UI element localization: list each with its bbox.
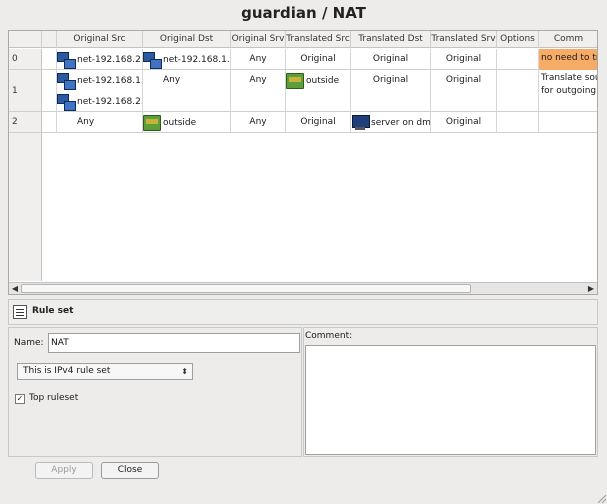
translated-dst-cell[interactable]: Original bbox=[351, 49, 431, 70]
original-srv-cell[interactable]: Any bbox=[231, 70, 286, 112]
col-translated-dst[interactable]: Translated Dst bbox=[351, 31, 431, 48]
comment-label: Comment: bbox=[305, 331, 353, 341]
options-cell[interactable] bbox=[497, 70, 539, 112]
nat-rules-table[interactable]: Original Src Original Dst Original Srv T… bbox=[8, 30, 598, 295]
object-label: net-192.168.2.0 bbox=[77, 96, 143, 107]
ruleset-type-select[interactable]: This is IPv4 rule set ⬍ bbox=[17, 363, 193, 380]
top-ruleset-checkbox[interactable]: ✓ bbox=[15, 394, 25, 404]
col-original-dst[interactable]: Original Dst bbox=[143, 31, 231, 48]
scroll-right-icon[interactable]: ▶ bbox=[586, 284, 596, 294]
ruleset-properties-pane: Name: NAT This is IPv4 rule set ⬍ ✓ Top … bbox=[8, 327, 302, 457]
translated-dst-cell[interactable]: server on dmz bbox=[351, 112, 431, 133]
ruleset-title: Rule set bbox=[32, 306, 74, 316]
object-label: net-192.168.2.0 bbox=[77, 54, 143, 65]
col-original-srv[interactable]: Original Srv bbox=[231, 31, 286, 48]
ruleset-name-input[interactable]: NAT bbox=[48, 333, 300, 353]
resize-grip-icon[interactable] bbox=[598, 495, 606, 503]
nat-rule-row-2[interactable]: Any outside Any Original server on dmz O… bbox=[42, 112, 597, 133]
original-srv-cell[interactable]: Any bbox=[231, 112, 286, 133]
network-interface-icon bbox=[143, 114, 161, 131]
comment-cell[interactable] bbox=[539, 112, 597, 133]
translated-srv-cell[interactable]: Original bbox=[431, 112, 497, 133]
original-src-cell[interactable]: net-192.168.1.0 net-192.168.2.0 bbox=[57, 70, 143, 112]
row-number-column: 0 1 2 bbox=[9, 49, 42, 281]
comment-textarea[interactable] bbox=[305, 345, 596, 455]
col-translated-src[interactable]: Translated Src bbox=[286, 31, 351, 48]
original-src-cell[interactable]: net-192.168.2.0 bbox=[57, 49, 143, 70]
select-column-header bbox=[42, 31, 57, 48]
nat-rule-row-0[interactable]: net-192.168.2.0 net-192.168.1.0 Any Orig… bbox=[42, 49, 597, 70]
original-dst-cell[interactable]: Any bbox=[143, 70, 231, 112]
object-label: net-192.168.1.0 bbox=[77, 75, 143, 86]
object-label: net-192.168.1.0 bbox=[163, 54, 231, 65]
object-label: outside bbox=[163, 117, 197, 128]
ruleset-type-value: This is IPv4 rule set bbox=[23, 366, 111, 376]
options-cell[interactable] bbox=[497, 49, 539, 70]
original-dst-cell[interactable]: net-192.168.1.0 bbox=[143, 49, 231, 70]
network-icon bbox=[143, 51, 162, 69]
original-srv-cell[interactable]: Any bbox=[231, 49, 286, 70]
original-dst-cell[interactable]: outside bbox=[143, 112, 231, 133]
network-icon bbox=[57, 51, 76, 69]
select-cell[interactable] bbox=[42, 112, 57, 133]
table-header: Original Src Original Dst Original Srv T… bbox=[9, 31, 597, 48]
apply-button[interactable]: Apply bbox=[35, 462, 93, 479]
host-icon bbox=[351, 114, 370, 131]
row-number-header bbox=[9, 31, 42, 48]
translated-dst-cell[interactable]: Original bbox=[351, 70, 431, 112]
network-icon bbox=[57, 93, 76, 111]
translated-srv-cell[interactable]: Original bbox=[431, 49, 497, 70]
comment-cell[interactable]: Translate sourc for outgoing co bbox=[539, 70, 597, 112]
scroll-left-icon[interactable]: ◀ bbox=[10, 284, 20, 294]
col-original-src[interactable]: Original Src bbox=[57, 31, 143, 48]
ruleset-icon bbox=[13, 305, 27, 319]
col-options[interactable]: Options bbox=[497, 31, 539, 48]
horizontal-scrollbar[interactable]: ◀ ▶ bbox=[9, 282, 597, 294]
top-ruleset-label[interactable]: Top ruleset bbox=[29, 393, 78, 403]
comment-cell[interactable]: no need to tran bbox=[539, 49, 597, 70]
options-cell[interactable] bbox=[497, 112, 539, 133]
row-number[interactable]: 1 bbox=[9, 70, 42, 112]
translated-srv-cell[interactable]: Original bbox=[431, 70, 497, 112]
col-comment[interactable]: Comm bbox=[539, 31, 597, 48]
row-number[interactable]: 0 bbox=[9, 49, 42, 70]
network-icon bbox=[57, 72, 76, 90]
name-label: Name: bbox=[14, 338, 44, 348]
chevron-updown-icon: ⬍ bbox=[181, 367, 188, 376]
close-button[interactable]: Close bbox=[101, 462, 159, 479]
col-translated-srv[interactable]: Translated Srv bbox=[431, 31, 497, 48]
select-cell[interactable] bbox=[42, 70, 57, 112]
network-interface-icon bbox=[286, 72, 304, 89]
scrollbar-thumb[interactable] bbox=[21, 284, 471, 293]
row-number[interactable]: 2 bbox=[9, 112, 42, 133]
ruleset-comment-pane: Comment: bbox=[303, 327, 598, 457]
ruleset-panel-header: Rule set bbox=[8, 299, 598, 325]
window-title: guardian / NAT bbox=[241, 4, 366, 22]
object-label: outside bbox=[306, 75, 340, 86]
translated-src-cell[interactable]: Original bbox=[286, 49, 351, 70]
translated-src-cell[interactable]: outside bbox=[286, 70, 351, 112]
object-label: server on dmz bbox=[371, 117, 431, 128]
select-cell[interactable] bbox=[42, 49, 57, 70]
translated-src-cell[interactable]: Original bbox=[286, 112, 351, 133]
nat-rule-row-1[interactable]: net-192.168.1.0 net-192.168.2.0 Any Any … bbox=[42, 70, 597, 112]
original-src-cell[interactable]: Any bbox=[57, 112, 143, 133]
